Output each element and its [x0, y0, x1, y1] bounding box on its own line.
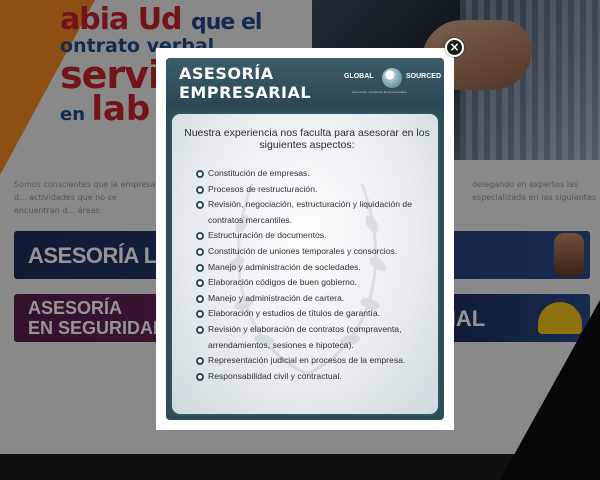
service-list-item-text: Constitución de uniones temporales y con… — [208, 245, 398, 256]
card-body: Nuestra experiencia nos faculta para ase… — [170, 112, 440, 416]
circle-bullet-icon — [196, 247, 204, 256]
circle-bullet-icon — [196, 263, 204, 272]
service-list-item: Revisión y elaboración de contratos (com… — [196, 322, 432, 353]
globe-icon — [382, 68, 402, 88]
card-intro-text: Nuestra experiencia nos faculta para ase… — [184, 127, 430, 151]
circle-bullet-icon — [196, 185, 204, 194]
service-list-item: Constitución de empresas. — [196, 166, 432, 182]
card-title-line2: EMPRESARIAL — [179, 83, 312, 102]
service-list-item: Constitución de uniones temporales y con… — [196, 244, 432, 260]
service-list-item: Revisión, negociación, estructuración y … — [196, 197, 432, 228]
brand-logo: GLOBAL SOURCED Asesores Jurídicos Empres… — [344, 68, 441, 98]
circle-bullet-icon — [196, 357, 204, 366]
service-list-item: Elaboración códigos de buen gobierno. — [196, 275, 432, 291]
service-list-item: Manejo y administración de cartera. — [196, 291, 432, 307]
service-list-item-text: Manejo y administración de sociedades. — [208, 261, 361, 272]
circle-bullet-icon — [196, 310, 204, 319]
service-list-item: Responsabilidad civil y contractual. — [196, 369, 432, 385]
service-list-item-text: Revisión y elaboración de contratos (com… — [208, 323, 402, 350]
circle-bullet-icon — [196, 232, 204, 241]
circle-bullet-icon — [196, 279, 204, 288]
brand-left: GLOBAL — [344, 73, 374, 80]
service-list-item: Manejo y administración de sociedades. — [196, 260, 432, 276]
service-list-item-text: Procesos de restructuración. — [208, 183, 318, 194]
card-title-line1: ASESORÍA — [179, 64, 274, 83]
service-list-item-text: Elaboración y estudios de títulos de gar… — [208, 308, 380, 319]
service-list-item: Representación judicial en procesos de l… — [196, 353, 432, 369]
brand-right: SOURCED — [406, 73, 442, 80]
brand-tagline: Asesores Jurídicos Empresariales — [352, 90, 407, 94]
service-list-item-text: Elaboración códigos de buen gobierno. — [208, 277, 358, 288]
lightbox-modal: ASESORÍA EMPRESARIAL GLOBAL SOURCED Ases… — [156, 48, 454, 430]
service-list-item-text: Responsabilidad civil y contractual. — [208, 370, 342, 381]
service-list-item-text: Constitución de empresas. — [208, 168, 310, 178]
service-list-item: Procesos de restructuración. — [196, 182, 432, 198]
service-list-item-text: Representación judicial en procesos de l… — [208, 355, 406, 366]
service-list-item: Estructuración de documentos. — [196, 228, 432, 244]
card-title: ASESORÍA EMPRESARIAL — [179, 64, 311, 102]
circle-bullet-icon — [196, 201, 204, 210]
circle-bullet-icon — [196, 372, 204, 381]
circle-bullet-icon — [196, 294, 204, 303]
card-header: ASESORÍA EMPRESARIAL GLOBAL SOURCED Ases… — [166, 58, 444, 108]
service-list-item-text: Manejo y administración de cartera. — [208, 292, 345, 303]
service-list-item: Elaboración y estudios de títulos de gar… — [196, 306, 432, 322]
circle-bullet-icon — [196, 325, 204, 334]
circle-bullet-icon — [196, 170, 204, 178]
close-button[interactable]: × — [445, 38, 464, 57]
service-list-item-text: Estructuración de documentos. — [208, 230, 327, 241]
service-list-item-text: Revisión, negociación, estructuración y … — [208, 199, 412, 225]
service-list: Constitución de empresas. Procesos de res… — [196, 166, 432, 384]
service-card: ASESORÍA EMPRESARIAL GLOBAL SOURCED Ases… — [166, 58, 444, 420]
